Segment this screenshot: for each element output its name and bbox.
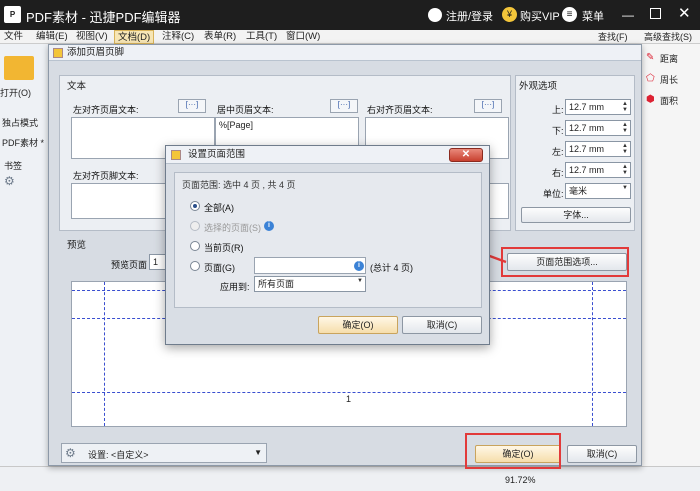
minimize-icon[interactable]: — <box>622 8 634 22</box>
radio-pages-label[interactable]: 页面(G) <box>204 261 235 274</box>
modal-close-button[interactable]: ✕ <box>449 148 483 162</box>
radio-current[interactable] <box>190 241 200 251</box>
menu-form[interactable]: 表单(R) <box>204 30 236 44</box>
margin-top-input[interactable]: 12.7 mm ▲ ▼ <box>565 99 631 115</box>
vip-icon[interactable]: ¥ <box>502 7 517 22</box>
folder-icon[interactable] <box>4 56 34 80</box>
dialog-cancel-button[interactable]: 取消(C) <box>567 445 637 463</box>
center-header-label: 居中页眉文本: <box>217 105 274 115</box>
unit-select[interactable]: 毫米 ▼ <box>565 183 631 199</box>
margin-bottom-label: 下: <box>552 126 564 136</box>
modal-icon <box>171 150 181 160</box>
unit-label: 单位: <box>543 189 564 199</box>
menu-view[interactable]: 视图(V) <box>76 30 108 44</box>
zoom-level[interactable]: 91.72% <box>505 475 536 485</box>
left-header-label: 左对齐页眉文本: <box>73 105 139 115</box>
menu-comment[interactable]: 注释(C) <box>162 30 194 44</box>
advanced-find-button[interactable]: 高级查找(S) <box>640 30 692 43</box>
preview-page-number: 1 <box>346 394 352 404</box>
center-header-insert-button[interactable]: [···] <box>330 99 358 113</box>
settings-label: 设置: <自定义> <box>88 450 149 460</box>
modal-title: 设置页面范围 <box>166 146 489 164</box>
right-header-insert-button[interactable]: [···] <box>474 99 502 113</box>
menu-window[interactable]: 窗口(W) <box>286 30 320 44</box>
area-tool[interactable]: 面积 <box>660 94 678 107</box>
find-button[interactable]: 查找(F) <box>584 30 628 43</box>
modal-cancel-button[interactable]: 取消(C) <box>402 316 482 334</box>
login-link[interactable]: 注册/登录 <box>446 8 493 24</box>
apply-select[interactable]: 所有页面 ▼ <box>254 276 366 292</box>
ok-highlight <box>465 433 561 469</box>
pages-input[interactable] <box>254 257 366 274</box>
left-footer-label: 左对齐页脚文本: <box>73 171 139 181</box>
radio-all[interactable] <box>190 201 200 211</box>
left-header-insert-button[interactable]: [···] <box>178 99 206 113</box>
area-icon: ⬢ <box>646 94 655 105</box>
menu-file[interactable]: 文件 <box>4 30 23 44</box>
ruler-icon: ✎ <box>646 52 655 63</box>
settings-gear-icon: ⚙ <box>65 446 76 460</box>
appearance-label: 外观选项 <box>519 81 558 92</box>
page-range-modal: 设置页面范围 ✕ 页面范围: 选中 4 页 , 共 4 页 全部(A) 选择的页… <box>165 145 490 345</box>
menu-document[interactable]: 文档(D) <box>114 30 155 44</box>
vip-link[interactable]: 购买VIP <box>520 8 560 24</box>
perimeter-tool[interactable]: 周长 <box>660 73 678 86</box>
radio-all-label[interactable]: 全部(A) <box>204 201 234 214</box>
preview-footer-line <box>72 392 626 393</box>
preview-left-margin <box>104 282 105 426</box>
settings-select[interactable]: ⚙ 设置: <自定义> ▼ <box>61 443 267 463</box>
dialog-icon <box>53 48 63 58</box>
margin-right-label: 右: <box>552 168 564 178</box>
page-range-highlight <box>501 247 629 277</box>
menu-tools[interactable]: 工具(T) <box>246 30 277 44</box>
preview-page-label: 预览页面 <box>111 260 148 270</box>
pdf-icon: P <box>4 6 21 23</box>
app-title: PDF素材 - 迅捷PDF编辑器 <box>26 10 181 25</box>
range-info: 页面范围: 选中 4 页 , 共 4 页 <box>182 180 296 190</box>
radio-selected-label[interactable]: 选择的页面(S) <box>204 221 261 234</box>
dialog-title: 添加页眉页脚 <box>49 45 641 61</box>
radio-pages[interactable] <box>190 261 200 271</box>
modal-ok-button[interactable]: 确定(O) <box>318 316 398 334</box>
text-group-label: 文本 <box>67 81 87 92</box>
radio-current-label[interactable]: 当前页(R) <box>204 241 244 254</box>
left-panel: 打开(O) 独占模式 PDF素材 * 书签 ⚙ <box>0 44 55 491</box>
margin-left-input[interactable]: 12.7 mm ▲ ▼ <box>565 141 631 157</box>
doc-tab[interactable]: PDF素材 * <box>2 136 44 149</box>
menu-icon[interactable]: ≡ <box>562 7 577 22</box>
margin-left-label: 左: <box>552 147 564 157</box>
right-header-label: 右对齐页眉文本: <box>367 105 433 115</box>
close-icon[interactable]: ✕ <box>678 4 691 22</box>
preview-right-margin <box>592 282 593 426</box>
gear-icon[interactable]: ⚙ <box>4 174 15 188</box>
menu-link[interactable]: 菜单 <box>582 8 604 24</box>
margin-right-input[interactable]: 12.7 mm ▲ ▼ <box>565 162 631 178</box>
menu-edit[interactable]: 编辑(E) <box>36 30 68 44</box>
radio-selected[interactable] <box>190 221 200 231</box>
info-icon: i <box>264 221 274 231</box>
margin-top-label: 上: <box>552 105 564 115</box>
user-icon[interactable] <box>428 8 442 22</box>
title-bar: P PDF素材 - 迅捷PDF编辑器 注册/登录 ¥ 购买VIP ≡ 菜单 — … <box>0 0 700 30</box>
preview-label: 预览 <box>67 240 87 251</box>
pages-info-icon: i <box>354 261 364 271</box>
apply-label: 应用到: <box>220 282 250 292</box>
margin-bottom-input[interactable]: 12.7 mm ▲ ▼ <box>565 120 631 136</box>
distance-tool[interactable]: 距离 <box>660 52 678 65</box>
chevron-down-icon: ▼ <box>254 448 262 457</box>
perimeter-icon: ⬠ <box>646 73 655 84</box>
open-label[interactable]: 打开(O) <box>0 86 31 99</box>
status-bar <box>0 466 700 491</box>
exclusive-mode[interactable]: 独占模式 <box>2 116 38 129</box>
total-pages: (总计 4 页) <box>370 263 414 273</box>
font-button[interactable]: 字体... <box>521 207 631 223</box>
right-panel: 查找(F) 高级查找(S) 距离 周长 面积 ✎ ⬠ ⬢ <box>598 32 700 491</box>
bookmarks-label[interactable]: 书签 <box>4 159 22 172</box>
maximize-icon[interactable] <box>650 8 661 19</box>
